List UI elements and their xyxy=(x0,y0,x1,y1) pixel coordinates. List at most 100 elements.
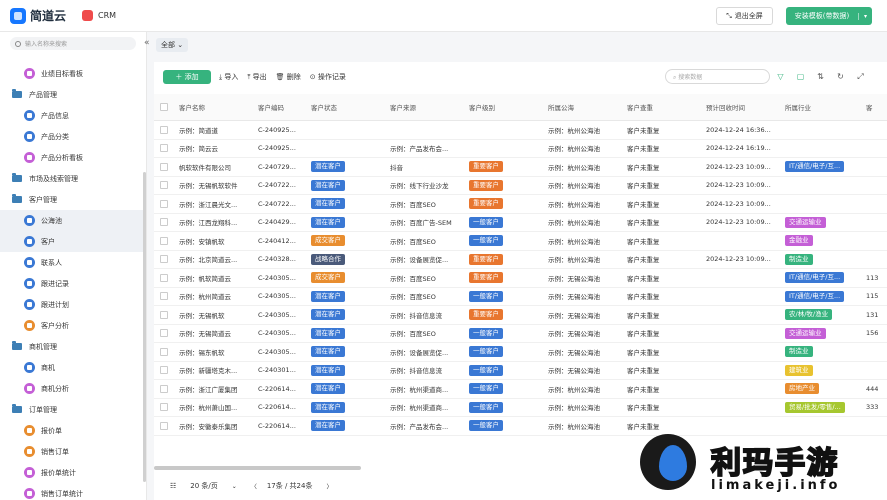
table-row[interactable]: 示例：浙江晨光文... C-240722... 潜在客户 示例：百度SEO 重要客户 示例… xyxy=(154,195,887,214)
sidebar-item[interactable]: 客户管理 xyxy=(0,189,146,210)
row-checkbox[interactable] xyxy=(160,362,168,380)
exit-fullscreen-button[interactable]: ⤡ 退出全屏 xyxy=(716,7,773,25)
table-row[interactable]: 示例：新疆塔克木... C-240301... 潜在客户 示例：抖音信息流 一般客户 示例… xyxy=(154,362,887,380)
form-icon xyxy=(24,110,35,121)
table-row[interactable]: 示例：简道道 C-240925... 示例：杭州公海池 客户未重复 2024-12-24… xyxy=(154,121,887,140)
sidebar-item[interactable]: 客户 xyxy=(0,231,146,252)
page-size-select[interactable]: 20 条/页 xyxy=(190,481,218,491)
table-row[interactable]: 示例：无锡简道云 C-240305... 潜在客户 示例：百度SEO 一般客户 示例：无锡… xyxy=(154,325,887,343)
table-cell: 重要客户 xyxy=(469,251,544,269)
row-checkbox[interactable] xyxy=(160,195,168,213)
table-row[interactable]: 帆软软件有限公司 C-240729... 潜在客户 抖音 重要客户 示例：杭州公海池 客户未… xyxy=(154,158,887,177)
row-checkbox[interactable] xyxy=(160,177,168,195)
sidebar-search-input[interactable]: 输入名称来搜索 xyxy=(10,37,136,50)
collapse-arrows-icon: ⤡ xyxy=(726,11,732,20)
column-header[interactable]: 客户级别 xyxy=(469,94,495,120)
expand-icon[interactable]: ⤢ xyxy=(855,71,866,82)
chevron-down-icon[interactable]: ▾ xyxy=(858,12,872,20)
sidebar-item[interactable]: 报价单 xyxy=(0,420,146,441)
sidebar-item[interactable]: 销售订单统计 xyxy=(0,483,146,500)
row-checkbox[interactable] xyxy=(160,306,168,324)
comment-icon[interactable]: ▢ xyxy=(795,71,806,82)
row-checkbox[interactable] xyxy=(160,232,168,250)
column-header[interactable]: 客户来源 xyxy=(390,94,416,120)
sidebar-item[interactable]: 销售订单 xyxy=(0,441,146,462)
import-button[interactable]: ⤓ 导入 xyxy=(219,72,238,82)
export-button[interactable]: ⤒ 导出 xyxy=(247,72,266,82)
row-checkbox[interactable] xyxy=(160,140,168,158)
table-row[interactable]: 示例：帆软简道云 C-240305... 成交客户 示例：百度SEO 重要客户 示例：无锡… xyxy=(154,269,887,288)
brand[interactable]: 简道云 xyxy=(0,7,80,24)
table-cell: 示例：线下行业沙龙 xyxy=(390,182,449,191)
sidebar-item[interactable]: 商机管理 xyxy=(0,336,146,357)
row-checkbox[interactable] xyxy=(160,325,168,343)
column-header[interactable]: 客户状态 xyxy=(311,94,337,120)
operation-log-button[interactable]: ⊙ 操作记录 xyxy=(310,72,346,82)
table-cell: 重要客户 xyxy=(469,177,544,195)
sidebar-item[interactable]: 产品分析看板 xyxy=(0,147,146,168)
row-checkbox[interactable] xyxy=(160,158,168,176)
add-button[interactable]: ＋ 添加 xyxy=(163,70,211,84)
row-checkbox[interactable] xyxy=(160,269,168,287)
row-checkbox[interactable] xyxy=(160,288,168,306)
sidebar-item[interactable]: 产品信息 xyxy=(0,105,146,126)
sidebar-item[interactable]: 跟进记录 xyxy=(0,273,146,294)
sidebar-item[interactable]: 客户分析 xyxy=(0,315,146,336)
chevron-down-icon: ⌄ xyxy=(177,41,184,49)
column-header[interactable]: 客户查重 xyxy=(627,94,653,120)
row-checkbox[interactable] xyxy=(160,417,168,435)
filter-icon[interactable]: ▽ xyxy=(775,71,786,82)
column-header[interactable]: 客户名称 xyxy=(179,94,205,120)
column-header[interactable]: 客 xyxy=(866,94,873,120)
sidebar-item[interactable]: 订单管理 xyxy=(0,399,146,420)
table-header: 客户名称 客户编码 客户状态 客户来源 客户级别 所属公海 客户查重 预计回收时间 所属行业 客 xyxy=(154,94,887,121)
table-row[interactable]: 示例：江西龙翔科... C-240429... 潜在客户 示例：百度广告-SEM 一般客… xyxy=(154,214,887,232)
sidebar-item[interactable]: 报价单统计 xyxy=(0,462,146,483)
table-row[interactable]: 示例：无锡帆软 C-240305... 潜在客户 示例：抖音信息流 重要客户 示例：无锡公… xyxy=(154,306,887,325)
sidebar-item[interactable]: 公海池 xyxy=(0,210,146,231)
row-checkbox[interactable] xyxy=(160,380,168,398)
row-checkbox[interactable] xyxy=(160,214,168,232)
column-header[interactable]: 客户编码 xyxy=(258,94,284,120)
table-row[interactable]: 示例：无锡帆软软件 C-240722... 潜在客户 示例：线下行业沙龙 重要客户 示例：… xyxy=(154,177,887,195)
table-row[interactable]: 示例：杭州简道云 C-240305... 潜在客户 示例：百度SEO 一般客户 示例：无锡… xyxy=(154,288,887,306)
table-cell: C-240305... xyxy=(258,347,296,356)
column-header[interactable]: 所属公海 xyxy=(548,94,574,120)
next-page-button[interactable]: 〉 xyxy=(326,482,332,491)
sort-icon[interactable]: ⇅ xyxy=(815,71,826,82)
filter-dropdown[interactable]: 全部 ⌄ xyxy=(156,38,189,52)
horizontal-scrollbar[interactable] xyxy=(154,466,361,470)
sidebar-item[interactable]: 跟进计划 xyxy=(0,294,146,315)
row-checkbox[interactable] xyxy=(160,121,168,139)
row-checkbox[interactable] xyxy=(160,251,168,269)
table-search-input[interactable]: ⌕ 搜索数据 xyxy=(665,69,770,84)
sidebar-item[interactable]: 产品分类 xyxy=(0,126,146,147)
table-row[interactable]: 示例：安镇帆软 C-240412... 成交客户 示例：百度SEO 一般客户 示例：杭州公… xyxy=(154,232,887,251)
sidebar-item[interactable]: 业绩目标看板 xyxy=(0,63,146,84)
sidebar-scrollbar[interactable] xyxy=(143,172,146,482)
table-row[interactable]: 示例：杭州萧山国... C-220614... 潜在客户 示例：杭州渠道商... 一般客… xyxy=(154,399,887,417)
table-cell: 示例：杭州公海池 xyxy=(548,182,600,191)
prev-page-button[interactable]: 〈 xyxy=(251,482,257,491)
column-header[interactable]: 所属行业 xyxy=(785,94,811,120)
table-row[interactable]: 示例：北京简道云... C-240328... 战略合作 示例：设备展览促... 重要客… xyxy=(154,251,887,269)
install-template-button[interactable]: 安装模板(带数据) ▾ xyxy=(786,7,872,25)
table-cell: C-240429... xyxy=(258,218,296,227)
select-all-checkbox[interactable] xyxy=(160,94,168,120)
table-row[interactable]: 示例：简云云 C-240925... 示例：产品发布会... 示例：杭州公海池 客户未重… xyxy=(154,140,887,158)
table-cell: 客户未重复 xyxy=(627,145,660,154)
page-size-dropdown-icon[interactable]: ⌄ xyxy=(232,483,237,490)
table-row[interactable]: 示例：锡东帆软 C-240305... 潜在客户 示例：设备展览促... 一般客户 示例：… xyxy=(154,343,887,362)
sidebar-item[interactable]: 商机 xyxy=(0,357,146,378)
row-checkbox[interactable] xyxy=(160,343,168,361)
sidebar-item[interactable]: 商机分析 xyxy=(0,378,146,399)
column-header[interactable]: 预计回收时间 xyxy=(706,94,745,120)
sidebar-item[interactable]: 产品管理 xyxy=(0,84,146,105)
refresh-icon[interactable]: ↻ xyxy=(835,71,846,82)
row-checkbox[interactable] xyxy=(160,399,168,417)
sidebar-item[interactable]: 市场及线索管理 xyxy=(0,168,146,189)
delete-button[interactable]: 🗑 删除 xyxy=(276,72,301,82)
table-row[interactable]: 示例：浙江广厦集团 C-220614... 潜在客户 示例：杭州渠道商... 一般客户 示… xyxy=(154,380,887,399)
collapse-sidebar-icon[interactable]: « xyxy=(144,38,150,48)
sidebar-item[interactable]: 联系人 xyxy=(0,252,146,273)
